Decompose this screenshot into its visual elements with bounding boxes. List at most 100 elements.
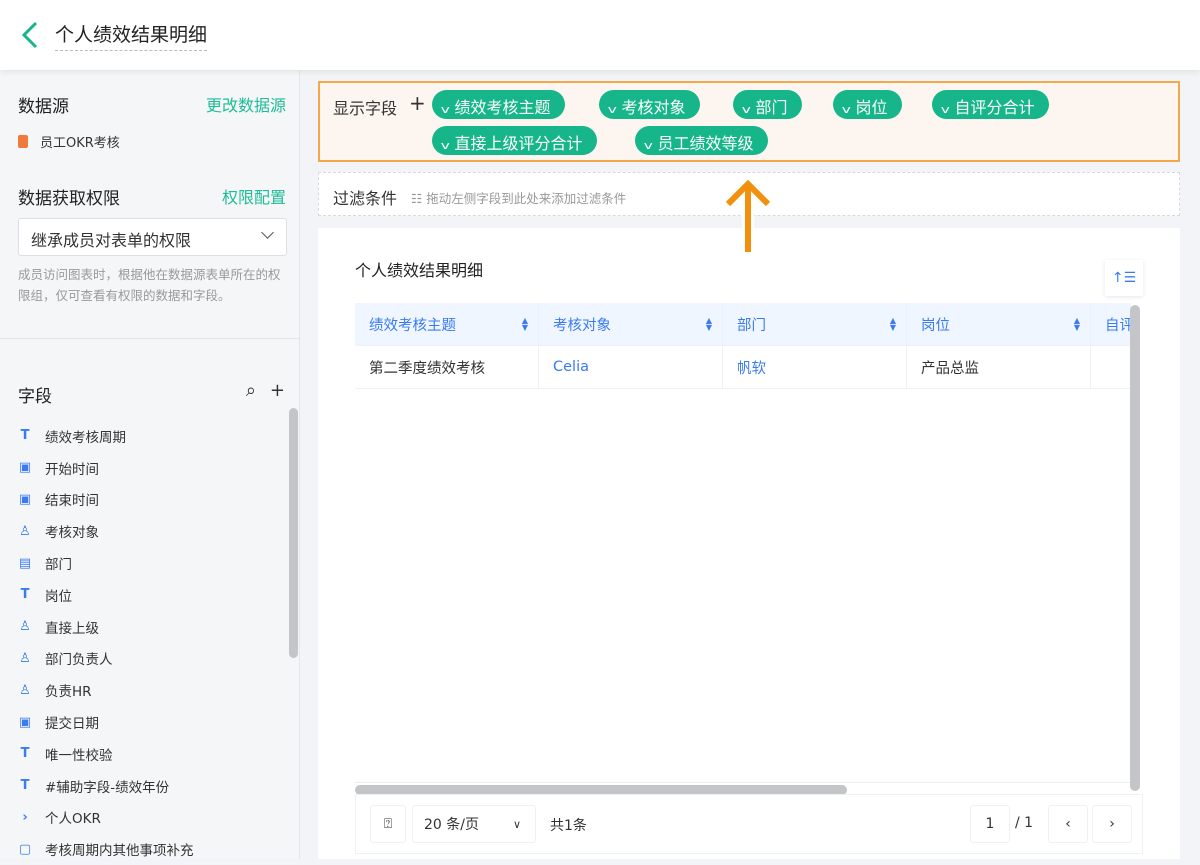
field-type-icon: T: [20, 778, 30, 794]
arrow-up-icon: [721, 176, 775, 252]
table-cell: 第二季度绩效考核: [355, 346, 539, 388]
filter-icon: ☷: [411, 191, 427, 206]
page-input[interactable]: 1: [970, 805, 1010, 843]
field-item[interactable]: ♙ 考核对象: [0, 515, 290, 547]
field-label: 负责HR: [45, 684, 92, 701]
divider: [0, 338, 300, 339]
field-type-icon: ▣: [18, 491, 32, 507]
table-header-row: 绩效考核主题▲▼ 考核对象▲▼ 部门▲▼ 岗位▲▼ 自评分合计: [355, 303, 1131, 346]
chevron-down-icon: v: [643, 139, 653, 152]
field-type-icon: ▢: [18, 841, 32, 857]
next-page-button[interactable]: ›: [1092, 805, 1132, 843]
fields-label: 字段: [18, 387, 52, 407]
field-item[interactable]: ▢ 考核周期内其他事项补充: [0, 833, 290, 865]
field-type-icon: ▤: [18, 555, 32, 571]
column-header[interactable]: 绩效考核主题 ▲ ▼: [355, 303, 539, 345]
table-cell: 产品总监: [907, 346, 1091, 388]
table-vertical-scrollbar[interactable]: [1130, 305, 1140, 791]
field-label: 考核周期内其他事项补充: [45, 843, 194, 860]
page-title[interactable]: 个人绩效结果明细: [55, 20, 208, 51]
field-item[interactable]: ▣ 提交日期: [0, 706, 290, 738]
filter-label: 过滤条件: [333, 189, 398, 208]
sort-arrows-icon: ▲ ▼: [521, 316, 528, 332]
header: 个人绩效结果明细: [0, 0, 1200, 70]
field-item[interactable]: T 绩效考核周期: [0, 420, 290, 452]
field-type-icon: ♙: [19, 650, 31, 666]
chevron-down-icon: v: [741, 103, 751, 116]
chevron-down-icon: v: [440, 139, 450, 152]
field-label: 个人OKR: [45, 811, 101, 828]
field-type-icon: ▣: [18, 714, 32, 730]
chevron-down-icon: v: [940, 103, 950, 116]
field-type-icon: T: [20, 587, 30, 603]
table-cell: [1091, 346, 1131, 388]
field-item[interactable]: › 个人OKR: [0, 802, 290, 834]
field-item[interactable]: ▣ 开始时间: [0, 452, 290, 484]
data-table: 绩效考核主题▲▼ 考核对象▲▼ 部门▲▼ 岗位▲▼ 自评分合计 第二季度绩效考核…: [355, 303, 1131, 783]
table-title: 个人绩效结果明细: [355, 261, 484, 280]
search-icon[interactable]: ⌕: [246, 380, 256, 401]
sidebar: 数据源 更改数据源 员工OKR考核 数据获取权限 权限配置 继承成员对表单的权限…: [0, 70, 300, 859]
datasource-item: 员工OKR考核: [18, 132, 120, 151]
column-header[interactable]: 考核对象 ▲ ▼: [539, 303, 723, 345]
field-label: 提交日期: [45, 716, 99, 733]
field-label: 绩效考核周期: [45, 429, 126, 446]
field-type-icon: T: [20, 428, 30, 444]
chip-field[interactable]: v 绩效考核主题: [432, 90, 565, 119]
page-size-select[interactable]: 20 条/页 ∨: [412, 805, 536, 843]
prev-page-button[interactable]: ‹: [1048, 805, 1088, 843]
column-header[interactable]: 自评分合计: [1091, 303, 1131, 345]
table-cell: 帆软: [723, 346, 907, 388]
permission-hint: 成员访问图表时，根据他在数据源表单所在的权限组，仅可查看有权限的数据和字段。: [18, 267, 281, 303]
datasource-name: 员工OKR考核: [40, 136, 120, 151]
field-item[interactable]: ♙ 直接上级: [0, 611, 290, 643]
total-pages: / 1: [1015, 815, 1034, 831]
sort-icon[interactable]: ↑☰: [1105, 260, 1143, 296]
chip-field[interactable]: v 岗位: [833, 90, 902, 119]
column-header[interactable]: 部门 ▲ ▼: [723, 303, 907, 345]
chip-field[interactable]: v 直接上级评分合计: [432, 126, 597, 155]
field-label: 考核对象: [45, 525, 99, 542]
field-item[interactable]: T 唯一性校验: [0, 738, 290, 770]
form-icon: [18, 135, 28, 148]
column-header[interactable]: 岗位 ▲ ▼: [907, 303, 1091, 345]
field-item[interactable]: ▣ 结束时间: [0, 484, 290, 516]
field-label: 直接上级: [45, 620, 99, 637]
field-label: 部门负责人: [45, 652, 113, 669]
info-icon[interactable]: ⍰: [370, 805, 406, 843]
chevron-down-icon: [261, 226, 274, 239]
field-type-icon: ›: [22, 809, 28, 825]
permission-config-link[interactable]: 权限配置: [222, 184, 286, 208]
field-item[interactable]: T 岗位: [0, 579, 290, 611]
chip-field[interactable]: v 自评分合计: [932, 90, 1049, 119]
permission-value: 继承成员对表单的权限: [31, 231, 192, 250]
sort-arrows-icon: ▲ ▼: [705, 316, 712, 332]
display-fields-zone: 显示字段 + v 绩效考核主题 v 考核对象 v 部门 v 岗位 v 自评分合计 v 直接上…: [318, 81, 1180, 162]
change-datasource-link[interactable]: 更改数据源: [206, 92, 286, 116]
field-type-icon: ♙: [19, 682, 31, 698]
add-display-field-button[interactable]: +: [409, 91, 426, 115]
field-item[interactable]: T #辅助字段-绩效年份: [0, 770, 290, 802]
field-type-icon: ▣: [18, 460, 32, 476]
chevron-down-icon: ∨: [512, 817, 521, 831]
chip-field[interactable]: v 员工绩效等级: [635, 126, 768, 155]
filter-hint: ☷ 拖动左侧字段到此处来添加过滤条件: [411, 191, 627, 206]
chart-card: 个人绩效结果明细 ↑☰ 绩效考核主题▲▼ 考核对象▲▼ 部门▲▼ 岗位▲▼ 自评…: [318, 228, 1180, 859]
chip-field[interactable]: v 考核对象: [599, 90, 700, 119]
field-label: #辅助字段-绩效年份: [45, 779, 170, 796]
sidebar-scrollbar[interactable]: [289, 408, 298, 658]
field-label: 部门: [45, 557, 72, 574]
field-item[interactable]: ♙ 部门负责人: [0, 643, 290, 675]
field-item[interactable]: ♙ 负责HR: [0, 674, 290, 706]
table-cell: Celia: [539, 346, 723, 388]
chevron-down-icon: v: [607, 103, 617, 116]
field-type-icon: T: [20, 746, 30, 762]
field-label: 岗位: [45, 588, 72, 605]
permission-select[interactable]: 继承成员对表单的权限: [18, 218, 287, 256]
add-field-icon[interactable]: +: [270, 380, 285, 401]
field-list: T 绩效考核周期 ▣ 开始时间 ▣ 结束时间 ♙ 考核对象 ▤ 部门 T 岗位 ♙ 直接上级 ♙ 部门负责人 ♙…: [0, 420, 290, 865]
field-label: 开始时间: [45, 461, 99, 478]
chip-field[interactable]: v 部门: [733, 90, 802, 119]
back-icon[interactable]: [14, 18, 48, 52]
field-item[interactable]: ▤ 部门: [0, 547, 290, 579]
